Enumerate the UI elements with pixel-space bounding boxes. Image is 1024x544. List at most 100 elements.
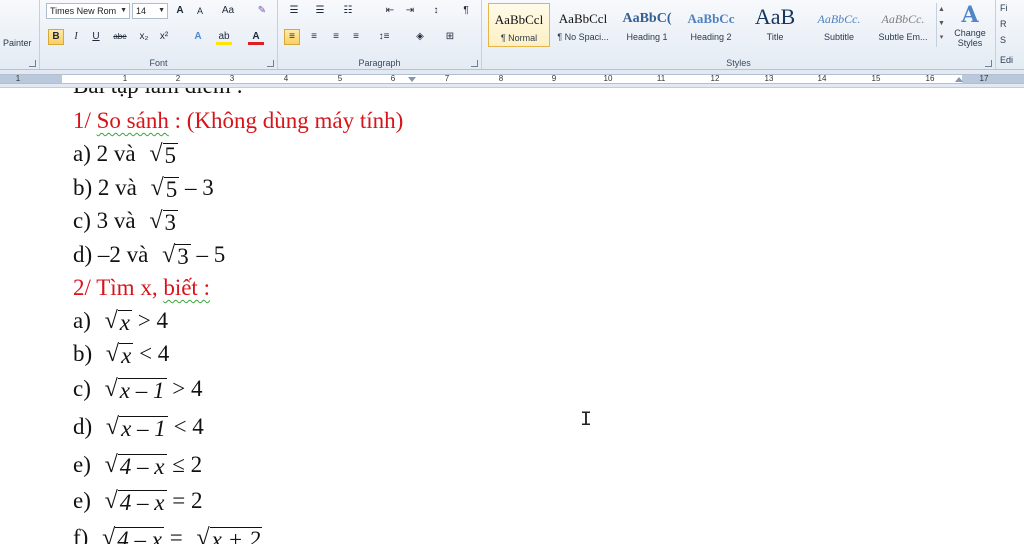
chevron-down-icon[interactable]: ▼ <box>120 4 127 18</box>
square-root: √ 4 – x <box>105 452 167 479</box>
bold-button[interactable]: B <box>48 29 64 45</box>
style-no-spacing[interactable]: AaBbCcl ¶ No Spaci... <box>552 3 614 47</box>
square-root: √ 5 <box>149 141 178 168</box>
radicand: 3 <box>175 244 191 269</box>
styles-launcher-icon[interactable] <box>985 60 992 67</box>
subscript-button[interactable]: x₂ <box>136 29 152 45</box>
replace-button[interactable]: R <box>996 16 1024 32</box>
heading-number: 1/ <box>73 108 91 133</box>
ruler-number: 3 <box>229 74 235 83</box>
font-color-button[interactable]: A <box>248 29 264 45</box>
square-root: √ x – 1 <box>106 414 168 441</box>
ruler-number: 7 <box>444 74 450 83</box>
bullets-icon[interactable]: ☰ <box>286 3 302 19</box>
sort-icon[interactable]: ↕ <box>428 3 444 19</box>
style-subtitle[interactable]: AaBbCc. Subtitle <box>808 3 870 47</box>
chevron-down-icon[interactable]: ▼ <box>937 17 946 31</box>
style-title[interactable]: AaB Title <box>744 3 806 47</box>
paragraph-launcher-icon[interactable] <box>471 60 478 67</box>
style-preview: AaBbCc. <box>881 12 925 26</box>
radicand: 5 <box>162 143 178 168</box>
grow-font-button[interactable]: A <box>172 3 188 19</box>
item-tail: = 2 <box>172 488 203 513</box>
text-cursor-icon: I <box>580 409 593 432</box>
ruler-number: 15 <box>871 74 881 83</box>
radical-sign-icon: √ <box>196 525 210 544</box>
radical-sign-icon: √ <box>104 452 118 478</box>
multilevel-list-icon[interactable]: ☷ <box>340 3 356 19</box>
line-spacing-icon[interactable]: ↕≡ <box>376 29 392 45</box>
ruler-number: 9 <box>551 74 557 83</box>
radical-sign-icon: √ <box>104 488 118 514</box>
item-tail: > 4 <box>172 376 203 401</box>
ruler-number: 8 <box>498 74 504 83</box>
find-button[interactable]: Fi <box>996 0 1024 16</box>
chevron-up-icon[interactable]: ▲ <box>937 3 946 17</box>
radicand: x – 1 <box>119 416 168 441</box>
ruler-number: 2 <box>175 74 181 83</box>
highlight-button[interactable]: ab <box>216 29 232 45</box>
solve-item-a: a) √ x > 4 <box>73 307 168 335</box>
style-preview: AaBbCc <box>687 11 735 26</box>
styles-group: AaBbCcl ¶ Normal AaBbCcl ¶ No Spaci... A… <box>482 0 996 69</box>
chevron-down-icon[interactable]: ▼ <box>158 4 165 18</box>
clipboard-launcher-icon[interactable] <box>29 60 36 67</box>
shrink-font-button[interactable]: A <box>192 3 208 19</box>
item-tail: < 4 <box>173 414 204 439</box>
font-name-combo[interactable]: Times New Rom ▼ <box>46 3 130 19</box>
ruler-left-margin <box>0 75 62 83</box>
font-size-combo[interactable]: 14 ▼ <box>132 3 168 19</box>
clear-formatting-icon[interactable]: ✎ <box>254 3 270 19</box>
ruler-strip: 1 1 2 3 4 5 6 7 8 9 10 11 12 13 14 15 16… <box>0 74 1024 84</box>
styles-gallery-scroller[interactable]: ▲ ▼ ▾ <box>936 3 946 47</box>
numbering-icon[interactable]: ☰ <box>312 3 328 19</box>
italic-button[interactable]: I <box>68 29 84 45</box>
item-label: e) <box>73 488 91 513</box>
item-label: c) 3 và <box>73 208 136 233</box>
shading-icon[interactable]: ◈ <box>412 29 428 45</box>
decrease-indent-icon[interactable]: ⇤ <box>382 3 398 19</box>
align-left-icon[interactable]: ≡ <box>284 29 300 45</box>
increase-indent-icon[interactable]: ⇥ <box>402 3 418 19</box>
style-name: ¶ Normal <box>500 33 538 43</box>
document-page[interactable]: Bài tập làm điểm : 1/ So sánh : (Không d… <box>0 88 1024 544</box>
show-formatting-button[interactable]: ¶ <box>458 3 474 19</box>
change-case-button[interactable]: Aa <box>220 3 236 19</box>
style-preview: AaBbCcl <box>494 12 544 27</box>
justify-icon[interactable]: ≡ <box>348 29 364 45</box>
style-name: Subtitle <box>823 32 855 42</box>
superscript-button[interactable]: x² <box>156 29 172 45</box>
radicand: 5 <box>163 177 180 202</box>
style-name: Heading 2 <box>690 32 732 42</box>
style-subtle-emphasis[interactable]: AaBbCc. Subtle Em... <box>872 3 934 47</box>
align-center-icon[interactable]: ≡ <box>306 29 322 45</box>
more-styles-icon[interactable]: ▾ <box>937 31 946 45</box>
change-styles-button[interactable]: A Change Styles <box>948 0 992 56</box>
ruler-number: 11 <box>656 74 666 83</box>
text-effects-button[interactable]: A <box>190 29 206 45</box>
font-launcher-icon[interactable] <box>267 60 274 67</box>
radical-sign-icon: √ <box>150 175 164 201</box>
radical-sign-icon: √ <box>104 376 118 402</box>
square-root: √ x <box>105 308 133 335</box>
item-label: c) <box>73 376 91 401</box>
style-heading-1[interactable]: AaBbC( Heading 1 <box>616 3 678 47</box>
horizontal-ruler[interactable]: 1 1 2 3 4 5 6 7 8 9 10 11 12 13 14 15 16… <box>0 70 1024 88</box>
align-right-icon[interactable]: ≡ <box>328 29 344 45</box>
item-tail: – 5 <box>196 242 226 267</box>
compare-item-b: b) 2 và √ 5 – 3 <box>73 174 214 202</box>
format-painter-button[interactable]: Painter <box>3 38 32 48</box>
borders-icon[interactable]: ⊞ <box>442 29 458 45</box>
partial-heading-line: Bài tập làm điểm : <box>73 88 243 100</box>
solve-item-b: b) √ x < 4 <box>73 340 169 368</box>
style-normal[interactable]: AaBbCcl ¶ Normal <box>488 3 550 47</box>
style-heading-2[interactable]: AaBbCc Heading 2 <box>680 3 742 47</box>
heading-rest: : (Không dùng máy tính) <box>168 108 404 133</box>
right-indent-marker[interactable] <box>955 77 963 82</box>
first-line-indent-marker[interactable] <box>408 77 416 82</box>
item-label: b) <box>73 341 93 366</box>
underline-button[interactable]: U <box>88 29 104 45</box>
select-button[interactable]: S <box>996 32 1024 48</box>
strikethrough-button[interactable]: abe <box>112 29 128 45</box>
ruler-number: 14 <box>817 74 827 83</box>
